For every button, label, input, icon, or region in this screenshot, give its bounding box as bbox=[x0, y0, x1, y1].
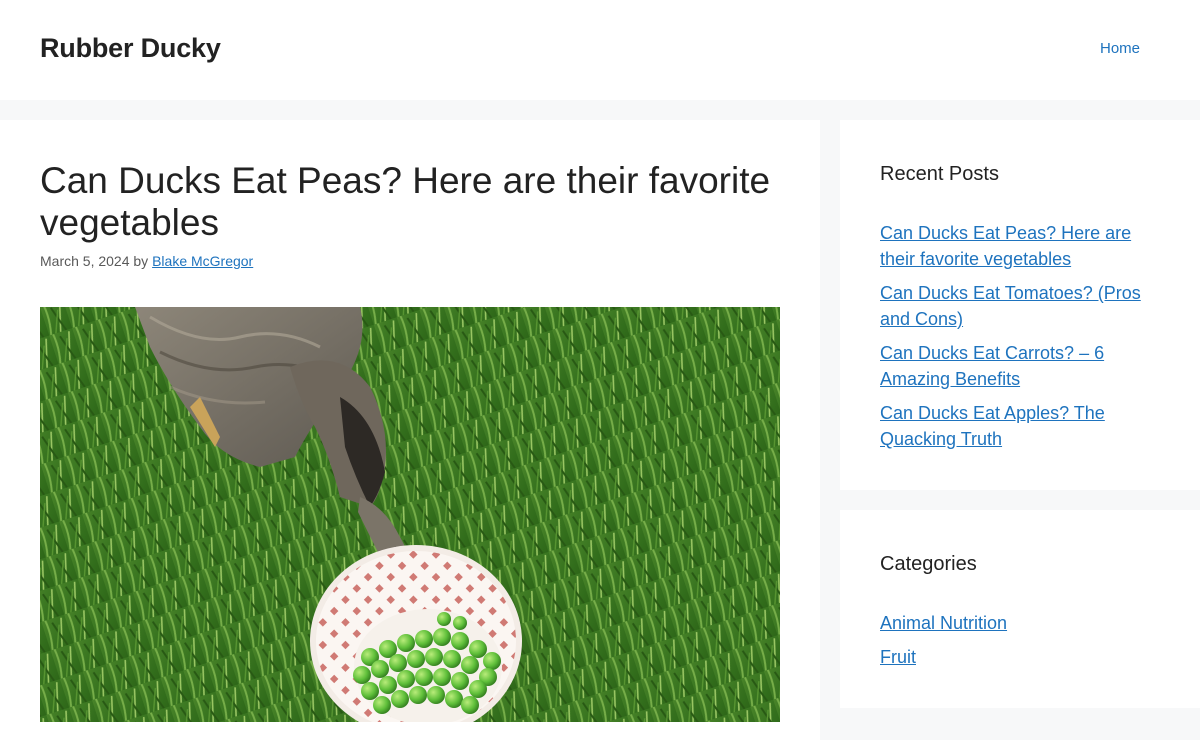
recent-posts-list: Can Ducks Eat Peas? Here are their favor… bbox=[880, 220, 1160, 460]
post-meta: March 5, 2024 by Blake McGregor bbox=[40, 253, 253, 269]
site-header: Rubber Ducky Home bbox=[0, 0, 1200, 100]
category-link[interactable]: Animal Nutrition bbox=[880, 613, 1007, 633]
category-link[interactable]: Fruit bbox=[880, 647, 916, 667]
list-item: Can Ducks Eat Apples? The Quacking Truth bbox=[880, 400, 1160, 452]
categories-list: Animal Nutrition Fruit bbox=[880, 610, 1160, 678]
recent-posts-widget: Recent Posts Can Ducks Eat Peas? Here ar… bbox=[840, 120, 1200, 490]
article-content: Can Ducks Eat Peas? Here are their favor… bbox=[0, 120, 820, 740]
nav-home-link[interactable]: Home bbox=[1100, 40, 1140, 57]
post-date: March 5, 2024 bbox=[40, 253, 130, 269]
list-item: Animal Nutrition bbox=[880, 610, 1160, 636]
list-item: Fruit bbox=[880, 644, 1160, 670]
recent-post-link[interactable]: Can Ducks Eat Carrots? – 6 Amazing Benef… bbox=[880, 343, 1104, 389]
post-author-link[interactable]: Blake McGregor bbox=[152, 253, 253, 269]
site-title[interactable]: Rubber Ducky bbox=[40, 33, 221, 64]
categories-heading: Categories bbox=[880, 553, 977, 575]
post-title: Can Ducks Eat Peas? Here are their favor… bbox=[40, 160, 771, 243]
recent-post-link[interactable]: Can Ducks Eat Peas? Here are their favor… bbox=[880, 223, 1131, 269]
post-by-label: by bbox=[133, 253, 149, 269]
recent-post-link[interactable]: Can Ducks Eat Apples? The Quacking Truth bbox=[880, 403, 1105, 449]
recent-posts-heading: Recent Posts bbox=[880, 163, 999, 185]
recent-post-link[interactable]: Can Ducks Eat Tomatoes? (Pros and Cons) bbox=[880, 283, 1141, 329]
featured-image-duck-eating-peas bbox=[40, 307, 780, 722]
list-item: Can Ducks Eat Carrots? – 6 Amazing Benef… bbox=[880, 340, 1160, 392]
list-item: Can Ducks Eat Peas? Here are their favor… bbox=[880, 220, 1160, 272]
list-item: Can Ducks Eat Tomatoes? (Pros and Cons) bbox=[880, 280, 1160, 332]
categories-widget: Categories Animal Nutrition Fruit bbox=[840, 510, 1200, 708]
